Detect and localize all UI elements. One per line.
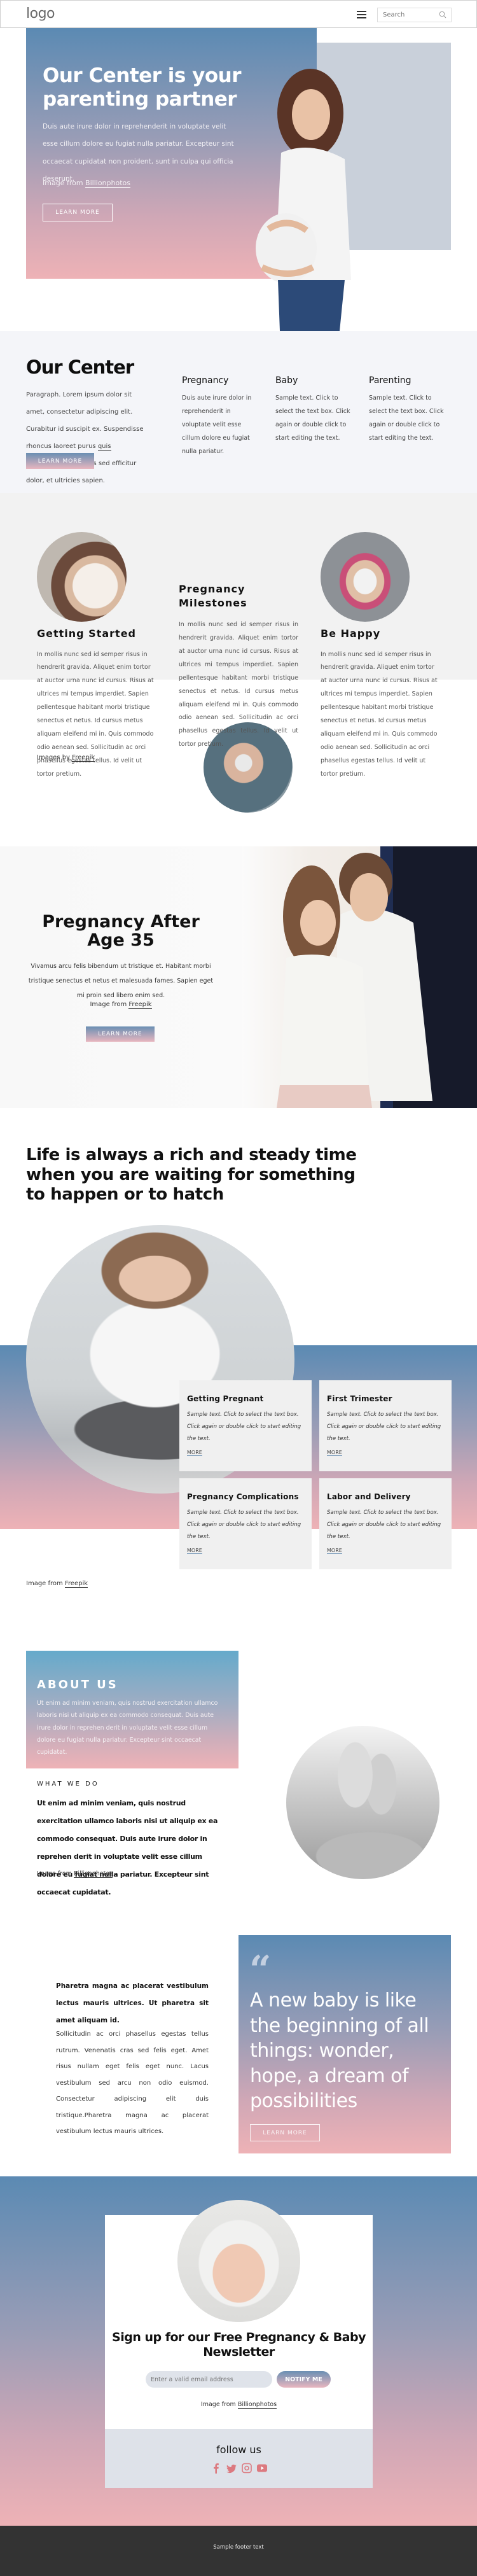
- newsletter-title: Sign up for our Free Pregnancy & Baby Ne…: [112, 2330, 366, 2359]
- center-column-pregnancy: Pregnancy Duis aute irure dolor in repre…: [182, 375, 259, 458]
- quote-mark-icon: “: [249, 1948, 272, 1992]
- after-35-title: Pregnancy After Age 35: [42, 912, 200, 951]
- social-links: [105, 2463, 373, 2474]
- column-text: Duis aute irure dolor in reprehenderit i…: [182, 395, 252, 455]
- footer-text: Sample footer text: [213, 2544, 264, 2551]
- search-input[interactable]: [378, 8, 435, 22]
- hero-text: Duis aute irure dolor in reprehenderit i…: [43, 123, 234, 183]
- after-35-learn-more-button[interactable]: LEARN MORE: [86, 1026, 155, 1042]
- credit-link[interactable]: Billionphotos: [73, 1870, 113, 1878]
- newsletter-image-credit: Image from Billionphotos: [105, 2401, 373, 2409]
- topic-title: First Trimester: [327, 1394, 392, 1403]
- facebook-icon[interactable]: [211, 2463, 221, 2474]
- hero-title: Our Center is your parenting partner: [43, 64, 242, 111]
- our-center-learn-more-button[interactable]: LEARN MORE: [26, 453, 94, 469]
- follow-us-title: follow us: [216, 2444, 261, 2456]
- topic-card-labor-and-delivery: Labor and Delivery Sample text. Click to…: [319, 1478, 452, 1569]
- our-center-title: Our Center: [26, 356, 134, 378]
- column-text: Sample text. Click to select the text bo…: [275, 395, 350, 442]
- topic-title: Pregnancy Complications: [187, 1492, 299, 1501]
- be-happy-photo: [321, 532, 410, 622]
- site-footer: [0, 2526, 477, 2576]
- feature-be-happy: Be Happy In mollis nunc sed id semper ri…: [321, 627, 441, 781]
- column-text: Sample text. Click to select the text bo…: [369, 395, 444, 442]
- feature-text: In mollis nunc sed id semper risus in he…: [179, 621, 298, 748]
- credit-link[interactable]: Billionphotos: [85, 179, 130, 188]
- baby-photo: [177, 2200, 300, 2322]
- topic-card-first-trimester: First Trimester Sample text. Click to se…: [319, 1380, 452, 1471]
- center-column-parenting: Parenting Sample text. Click to select t…: [369, 375, 446, 445]
- credit-link[interactable]: Freepik: [64, 1580, 88, 1588]
- credit-link[interactable]: Billionphotos: [237, 2401, 277, 2409]
- feature-pregnancy-milestones: Pregnancy Milestones In mollis nunc sed …: [179, 582, 298, 752]
- quote-text: A new baby is like the beginning of all …: [250, 1989, 429, 2113]
- twitter-icon[interactable]: [226, 2463, 237, 2474]
- credit-link[interactable]: Freepik: [72, 754, 95, 762]
- search-box: [377, 8, 452, 22]
- topic-title: Getting Pregnant: [187, 1394, 264, 1403]
- life-image-credit: Image from Freepik: [26, 1580, 88, 1588]
- topic-more-link[interactable]: MORE: [327, 1450, 342, 1456]
- center-column-baby: Baby Sample text. Click to select the te…: [275, 375, 353, 445]
- credit-prefix: Image from: [90, 1001, 129, 1008]
- follow-us-band: [105, 2429, 373, 2488]
- about-image-credit: Image from Billionphotos: [37, 1870, 113, 1878]
- topic-card-pregnancy-complications: Pregnancy Complications Sample text. Cli…: [179, 1478, 312, 1569]
- getting-started-photo: [37, 532, 127, 622]
- our-center-text: Paragraph. Lorem ipsum dolor sit amet, c…: [26, 386, 147, 489]
- quote-learn-more-button[interactable]: LEARN MORE: [250, 2124, 320, 2141]
- hero-image-credit: Image from Billionphotos: [43, 179, 130, 188]
- life-title: Life is always a rich and steady time wh…: [26, 1145, 357, 1205]
- credit-link[interactable]: Freepik: [128, 1001, 152, 1009]
- about-us-title: ABOUT US: [37, 1678, 118, 1691]
- hamburger-menu-icon[interactable]: [357, 11, 366, 18]
- topic-more-link[interactable]: MORE: [327, 1548, 342, 1554]
- what-we-do-text: Ut enim ad minim veniam, quis nostrud ex…: [37, 1799, 218, 1897]
- feature-title: Pregnancy Milestones: [179, 583, 247, 609]
- notify-me-button[interactable]: NOTIFY ME: [277, 2371, 331, 2388]
- credit-prefix: Images by: [37, 754, 73, 761]
- after-35-text: Vivamus arcu felis bibendum ut tristique…: [28, 963, 214, 999]
- youtube-icon[interactable]: [256, 2463, 267, 2474]
- instagram-icon[interactable]: [241, 2463, 252, 2474]
- topic-card-getting-pregnant: Getting Pregnant Sample text. Click to s…: [179, 1380, 312, 1471]
- what-we-do-label: WHAT WE DO: [37, 1781, 99, 1788]
- feature-title: Be Happy: [321, 627, 381, 640]
- column-title: Parenting: [369, 375, 411, 386]
- after-35-photo: [242, 846, 477, 1108]
- topic-text: Sample text. Click to select the text bo…: [187, 1411, 301, 1442]
- credit-prefix: Image from: [200, 2401, 238, 2408]
- credit-prefix: Image from: [43, 179, 86, 187]
- search-icon[interactable]: [439, 11, 446, 18]
- hero-photo: [249, 64, 371, 331]
- text-part: Paragraph. Lorem ipsum dolor sit amet, c…: [26, 391, 144, 450]
- after-35-image-credit: Image from Freepik: [25, 1001, 216, 1009]
- credit-prefix: Image from: [37, 1870, 74, 1877]
- site-header: logo: [0, 0, 477, 28]
- topic-text: Sample text. Click to select the text bo…: [327, 1509, 441, 1540]
- about-us-text: Ut enim ad minim veniam, quis nostrud ex…: [37, 1700, 218, 1756]
- email-input[interactable]: [146, 2371, 272, 2388]
- hero-learn-more-button[interactable]: LEARN MORE: [43, 204, 113, 221]
- logo[interactable]: logo: [26, 6, 55, 22]
- feature-title: Getting Started: [37, 627, 136, 640]
- topic-more-link[interactable]: MORE: [187, 1450, 202, 1456]
- topic-text: Sample text. Click to select the text bo…: [327, 1411, 441, 1442]
- baby-feet-photo: [286, 1726, 439, 1879]
- feature-text: In mollis nunc sed id semper risus in he…: [321, 650, 438, 778]
- topic-text: Sample text. Click to select the text bo…: [187, 1509, 301, 1540]
- column-title: Baby: [275, 375, 298, 386]
- column-title: Pregnancy: [182, 375, 229, 386]
- topic-more-link[interactable]: MORE: [187, 1548, 202, 1554]
- topic-title: Labor and Delivery: [327, 1492, 411, 1501]
- feature-text: In mollis nunc sed id semper risus in he…: [37, 650, 154, 778]
- credit-prefix: Image from: [26, 1580, 65, 1587]
- quote-intro-bold: Pharetra magna ac placerat vestibulum le…: [56, 1982, 209, 2024]
- quote-intro-text: Sollicitudin ac orci phasellus egestas t…: [56, 2031, 209, 2135]
- features-image-credit: Images by Freepik: [37, 754, 95, 762]
